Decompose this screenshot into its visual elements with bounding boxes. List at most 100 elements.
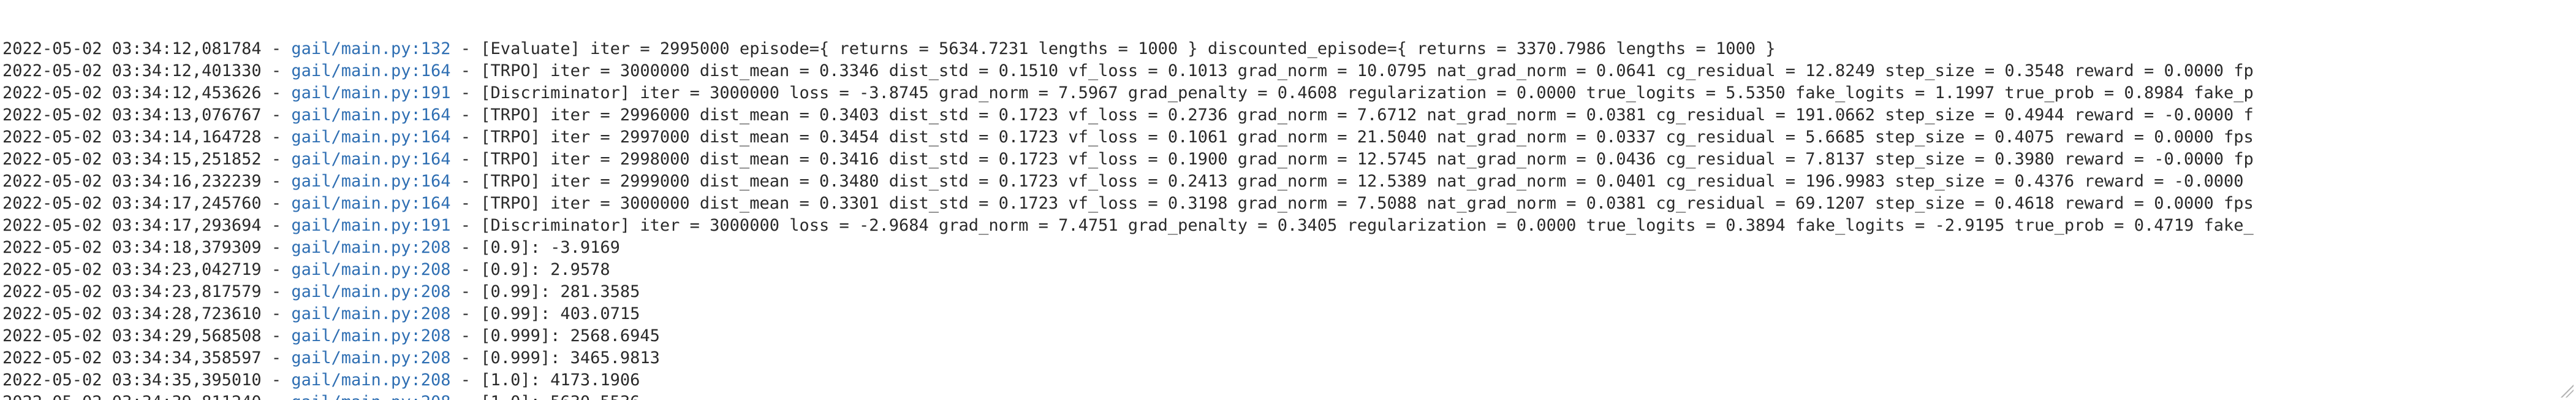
- log-message: [0.9]: 2.9578: [480, 260, 610, 279]
- log-line: 2022-05-02 03:34:13,076767 - gail/main.p…: [2, 104, 2574, 126]
- log-separator: -: [261, 304, 292, 323]
- log-source-location: gail/main.py:164: [291, 61, 451, 80]
- log-separator: -: [450, 83, 481, 102]
- log-source-location: gail/main.py:191: [291, 83, 451, 102]
- log-separator: -: [450, 128, 481, 147]
- log-timestamp: 2022-05-02 03:34:18,379309: [2, 238, 262, 257]
- log-separator: -: [261, 61, 292, 80]
- log-separator: -: [261, 106, 292, 125]
- log-source-location: gail/main.py:208: [291, 304, 451, 323]
- log-separator: -: [261, 348, 292, 367]
- log-line: 2022-05-02 03:34:14,164728 - gail/main.p…: [2, 126, 2574, 148]
- log-message: [1.0]: 5630.5536: [480, 393, 640, 400]
- log-separator: -: [261, 238, 292, 257]
- log-timestamp: 2022-05-02 03:34:28,723610: [2, 304, 262, 323]
- log-separator: -: [261, 172, 292, 191]
- log-separator: -: [261, 194, 292, 213]
- log-source-location: gail/main.py:164: [291, 128, 451, 147]
- log-separator: -: [450, 216, 481, 235]
- log-separator: -: [450, 194, 481, 213]
- log-separator: -: [261, 282, 292, 301]
- log-separator: -: [261, 83, 292, 102]
- log-separator: -: [450, 304, 481, 323]
- log-source-location: gail/main.py:164: [291, 150, 451, 169]
- log-separator: -: [261, 150, 292, 169]
- log-timestamp: 2022-05-02 03:34:12,401330: [2, 61, 262, 80]
- log-timestamp: 2022-05-02 03:34:23,042719: [2, 260, 262, 279]
- log-timestamp: 2022-05-02 03:34:17,245760: [2, 194, 262, 213]
- log-separator: -: [262, 393, 292, 400]
- log-line: 2022-05-02 03:34:23,042719 - gail/main.p…: [2, 259, 2574, 281]
- log-source-location: gail/main.py:208: [291, 326, 451, 345]
- log-message: [Discriminator] iter = 3000000 loss = -3…: [480, 83, 2254, 102]
- log-message: [Discriminator] iter = 3000000 loss = -2…: [480, 216, 2254, 235]
- log-line: 2022-05-02 03:34:28,723610 - gail/main.p…: [2, 303, 2574, 325]
- log-line: 2022-05-02 03:34:39,811240 - gail/main.p…: [2, 391, 2574, 400]
- log-line: 2022-05-02 03:34:12,453626 - gail/main.p…: [2, 82, 2574, 104]
- log-separator: -: [261, 128, 292, 147]
- log-separator: -: [450, 172, 481, 191]
- log-separator: -: [450, 39, 481, 58]
- log-source-location: gail/main.py:164: [291, 194, 451, 213]
- log-separator: -: [450, 282, 481, 301]
- log-timestamp: 2022-05-02 03:34:14,164728: [2, 128, 262, 147]
- log-lines: 2022-05-02 03:34:12,081784 - gail/main.p…: [2, 38, 2574, 400]
- log-line: 2022-05-02 03:34:18,379309 - gail/main.p…: [2, 237, 2574, 259]
- log-message: [TRPO] iter = 3000000 dist_mean = 0.3346…: [480, 61, 2254, 80]
- log-timestamp: 2022-05-02 03:34:12,453626: [2, 83, 262, 102]
- log-separator: -: [450, 150, 481, 169]
- log-message: [0.999]: 3465.9813: [480, 348, 660, 367]
- log-message: [Evaluate] iter = 2995000 episode={ retu…: [480, 39, 1776, 58]
- log-message: [0.999]: 2568.6945: [480, 326, 660, 345]
- log-separator: -: [450, 371, 481, 390]
- log-separator: -: [451, 393, 481, 400]
- log-separator: -: [450, 348, 481, 367]
- log-separator: -: [261, 326, 292, 345]
- resize-grip-icon[interactable]: [2560, 384, 2574, 398]
- log-separator: -: [450, 106, 481, 125]
- log-line: 2022-05-02 03:34:23,817579 - gail/main.p…: [2, 281, 2574, 303]
- log-line: 2022-05-02 03:34:35,395010 - gail/main.p…: [2, 369, 2574, 391]
- log-separator: -: [450, 61, 481, 80]
- log-output[interactable]: 2022-05-02 03:34:12,081784 - gail/main.p…: [0, 0, 2576, 400]
- log-message: [1.0]: 4173.1906: [480, 371, 640, 390]
- log-source-location: gail/main.py:208: [291, 238, 451, 257]
- log-timestamp: 2022-05-02 03:34:29,568508: [2, 326, 262, 345]
- log-source-location: gail/main.py:132: [291, 39, 451, 58]
- log-source-location: gail/main.py:208: [291, 348, 451, 367]
- log-timestamp: 2022-05-02 03:34:15,251852: [2, 150, 262, 169]
- log-line: 2022-05-02 03:34:29,568508 - gail/main.p…: [2, 325, 2574, 347]
- log-line: 2022-05-02 03:34:34,358597 - gail/main.p…: [2, 347, 2574, 369]
- log-line: 2022-05-02 03:34:16,232239 - gail/main.p…: [2, 171, 2574, 193]
- log-timestamp: 2022-05-02 03:34:13,076767: [2, 106, 262, 125]
- log-message: [TRPO] iter = 2999000 dist_mean = 0.3480…: [480, 172, 2244, 191]
- log-separator: -: [450, 326, 481, 345]
- log-line: 2022-05-02 03:34:15,251852 - gail/main.p…: [2, 148, 2574, 171]
- log-separator: -: [261, 260, 292, 279]
- log-timestamp: 2022-05-02 03:34:34,358597: [2, 348, 262, 367]
- log-timestamp: 2022-05-02 03:34:17,293694: [2, 216, 262, 235]
- log-timestamp: 2022-05-02 03:34:35,395010: [2, 371, 262, 390]
- log-message: [TRPO] iter = 2998000 dist_mean = 0.3416…: [480, 150, 2254, 169]
- log-timestamp: 2022-05-02 03:34:12,081784: [2, 39, 262, 58]
- log-source-location: gail/main.py:191: [291, 216, 451, 235]
- log-line: 2022-05-02 03:34:17,245760 - gail/main.p…: [2, 193, 2574, 215]
- log-timestamp: 2022-05-02 03:34:16,232239: [2, 172, 262, 191]
- log-source-location: gail/main.py:208: [291, 282, 451, 301]
- log-message: [TRPO] iter = 3000000 dist_mean = 0.3301…: [480, 194, 2254, 213]
- log-timestamp: 2022-05-02 03:34:39,811240: [2, 393, 262, 400]
- log-source-location: gail/main.py:208: [291, 371, 451, 390]
- log-separator: -: [261, 216, 292, 235]
- log-timestamp: 2022-05-02 03:34:23,817579: [2, 282, 262, 301]
- log-message: [0.99]: 403.0715: [480, 304, 640, 323]
- log-source-location: gail/main.py:164: [291, 172, 451, 191]
- log-line: 2022-05-02 03:34:12,401330 - gail/main.p…: [2, 60, 2574, 82]
- log-line: 2022-05-02 03:34:12,081784 - gail/main.p…: [2, 38, 2574, 60]
- log-separator: -: [450, 260, 481, 279]
- log-message: [TRPO] iter = 2997000 dist_mean = 0.3454…: [480, 128, 2254, 147]
- log-line: 2022-05-02 03:34:17,293694 - gail/main.p…: [2, 215, 2574, 237]
- log-message: [TRPO] iter = 2996000 dist_mean = 0.3403…: [480, 106, 2254, 125]
- log-message: [0.99]: 281.3585: [480, 282, 640, 301]
- log-source-location: gail/main.py:208: [291, 260, 451, 279]
- log-separator: -: [261, 371, 292, 390]
